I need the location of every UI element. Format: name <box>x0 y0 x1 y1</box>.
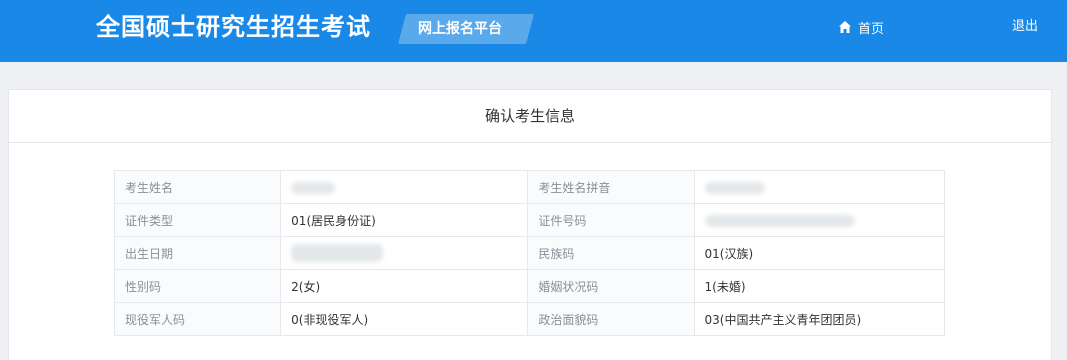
field-label: 考生姓名拼音 <box>527 170 695 204</box>
home-link[interactable]: 首页 <box>838 16 884 38</box>
field-label: 证件号码 <box>527 203 695 237</box>
field-value-gender: 2(女) <box>280 269 529 303</box>
field-value-ethnicity: 01(汉族) <box>693 236 945 270</box>
panel-title: 确认考生信息 <box>9 90 1051 143</box>
field-value-political-status: 03(中国共产主义青年团团员) <box>693 302 945 336</box>
home-icon <box>838 20 852 34</box>
field-value-military: 0(非现役军人) <box>280 302 529 336</box>
platform-tag-label: 网上报名平台 <box>418 21 502 37</box>
site-brand-title: 全国硕士研究生招生考试 <box>96 13 371 41</box>
field-label: 出生日期 <box>113 236 282 270</box>
table-row: 现役军人码 0(非现役军人) 政治面貌码 03(中国共产主义青年团团员) <box>113 302 945 336</box>
redacted-value <box>291 244 384 262</box>
field-label: 政治面貌码 <box>527 302 695 336</box>
field-value-name <box>280 170 529 204</box>
field-label: 现役军人码 <box>113 302 282 336</box>
top-header: 全国硕士研究生招生考试 网上报名平台 首页 退出 <box>0 0 1067 62</box>
field-value-name-pinyin <box>693 170 945 204</box>
table-row: 出生日期 民族码 01(汉族) <box>113 236 945 270</box>
candidate-info-table: 考生姓名 考生姓名拼音 证件类型 01(居民身份证) 证件号码 出生日期 民族码… <box>113 170 945 336</box>
field-label: 考生姓名 <box>113 170 282 204</box>
field-value-id-number <box>693 203 945 237</box>
table-row: 证件类型 01(居民身份证) 证件号码 <box>113 203 945 237</box>
redacted-value <box>704 214 855 227</box>
table-row: 考生姓名 考生姓名拼音 <box>113 170 945 204</box>
field-label: 证件类型 <box>113 203 282 237</box>
redacted-value <box>704 181 765 194</box>
redacted-value <box>291 181 336 194</box>
home-link-label: 首页 <box>858 21 885 37</box>
confirm-info-panel: 确认考生信息 考生姓名 考生姓名拼音 证件类型 01(居民身份证) 证件号码 出… <box>8 89 1052 360</box>
field-value-marital-status: 1(未婚) <box>693 269 945 303</box>
field-label: 性别码 <box>113 269 282 303</box>
logout-link[interactable]: 退出 <box>1012 16 1038 38</box>
field-value-id-type: 01(居民身份证) <box>280 203 529 237</box>
field-label: 婚姻状况码 <box>527 269 695 303</box>
field-value-birth-date <box>280 236 529 270</box>
table-row: 性别码 2(女) 婚姻状况码 1(未婚) <box>113 269 945 303</box>
field-label: 民族码 <box>527 236 695 270</box>
